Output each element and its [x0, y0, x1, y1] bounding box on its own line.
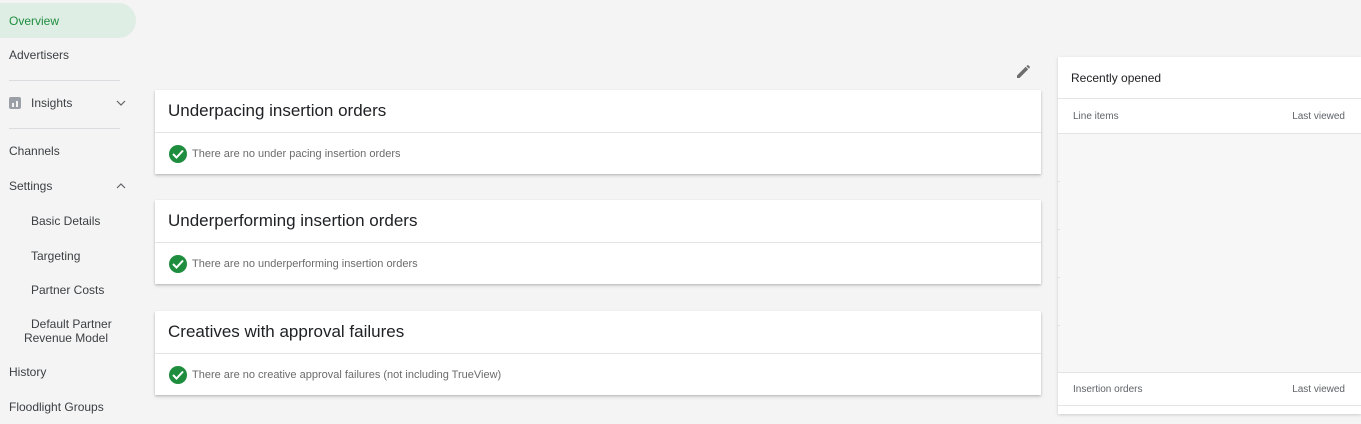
line-items-header-row: Line items Last viewed: [1058, 100, 1361, 134]
nav-item-floodlight-groups[interactable]: Floodlight Groups: [0, 390, 104, 424]
nav-label: Channels: [9, 144, 60, 158]
nav-label: Overview: [9, 13, 60, 28]
insertion-orders-header: Insertion orders: [1073, 383, 1143, 395]
line-items-empty-area: [1058, 134, 1361, 372]
nav-label-line-1: Default Partner: [31, 317, 112, 331]
check-circle-icon: [169, 254, 187, 273]
nav-item-advertisers[interactable]: Advertisers: [0, 38, 69, 72]
recently-opened-panel: Recently opened Line items Last viewed I…: [1058, 57, 1361, 414]
row-separator: [1058, 229, 1060, 230]
nav-item-insights[interactable]: Insights: [0, 86, 140, 120]
nav-label: Partner Costs: [31, 283, 105, 297]
nav-item-settings[interactable]: Settings: [0, 169, 140, 203]
nav-label: History: [9, 365, 47, 379]
card-message: There are no under pacing insertion orde…: [192, 147, 401, 160]
check-circle-icon: [169, 144, 187, 163]
last-viewed-header[interactable]: Last viewed: [1292, 384, 1345, 395]
nav-item-partner-costs[interactable]: Partner Costs: [0, 273, 104, 307]
underpacing-card: Underpacing insertion orders There are n…: [155, 90, 1041, 174]
nav-item-default-partner-revenue-model[interactable]: Default Partner Revenue Model: [0, 314, 112, 348]
nav-divider: [9, 128, 120, 129]
line-items-header: Line items: [1073, 111, 1119, 122]
nav-divider: [9, 80, 120, 81]
nav-label: Targeting: [31, 249, 81, 263]
insights-chart-icon: [9, 97, 21, 109]
nav-item-history[interactable]: History: [0, 355, 46, 389]
row-separator: [1058, 325, 1060, 326]
panel-title: Recently opened: [1058, 57, 1361, 99]
card-message-row: There are no underperforming insertion o…: [155, 243, 1041, 284]
nav-label: Insights: [31, 96, 73, 110]
nav-label-line-2: Revenue Model: [23, 331, 108, 345]
insertion-orders-header-row: Insertion orders Last viewed: [1058, 372, 1361, 406]
card-message-row: There are no creative approval failures …: [155, 354, 1041, 395]
nav-item-targeting[interactable]: Targeting: [0, 239, 80, 273]
card-message: There are no creative approval failures …: [192, 368, 502, 381]
card-message-row: There are no under pacing insertion orde…: [155, 133, 1041, 174]
nav-item-overview[interactable]: Overview: [0, 3, 136, 38]
nav-label: Advertisers: [9, 48, 70, 62]
nav-label: Basic Details: [31, 214, 101, 228]
row-separator: [1058, 277, 1060, 278]
approval-failures-card: Creatives with approval failures There a…: [155, 311, 1041, 395]
card-title: Creatives with approval failures: [155, 311, 1041, 354]
card-message: There are no underperforming insertion o…: [192, 257, 418, 270]
nav-item-basic-details[interactable]: Basic Details: [0, 204, 100, 238]
last-viewed-header[interactable]: Last viewed: [1292, 111, 1345, 122]
underperforming-card: Underperforming insertion orders There a…: [155, 200, 1041, 284]
card-title: Underpacing insertion orders: [155, 90, 1041, 133]
check-circle-icon: [169, 365, 187, 384]
nav-item-channels[interactable]: Channels: [0, 134, 60, 168]
nav-label: Floodlight Groups: [9, 400, 104, 414]
row-separator: [1058, 181, 1060, 182]
nav-label: Settings: [9, 179, 53, 193]
sidebar-nav: Overview Advertisers Insights Channels S…: [0, 0, 140, 414]
chevron-down-icon: [116, 100, 126, 106]
chevron-up-icon: [116, 183, 126, 189]
card-title: Underperforming insertion orders: [155, 200, 1041, 243]
edit-pencil-icon[interactable]: [1013, 60, 1035, 82]
